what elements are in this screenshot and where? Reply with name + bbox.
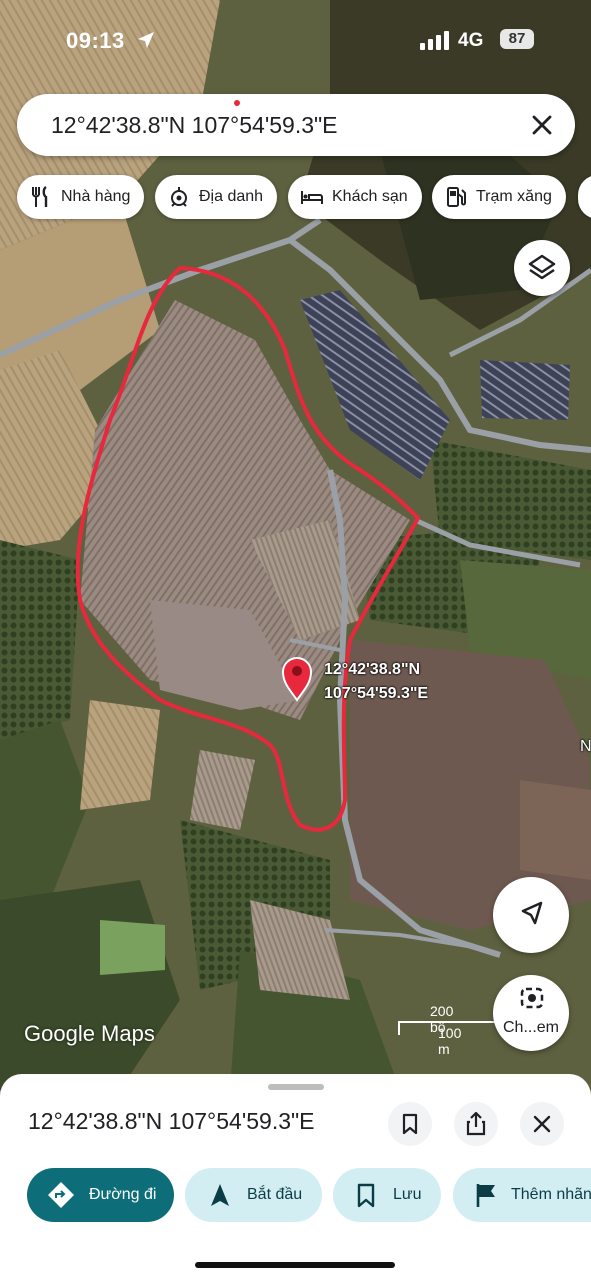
camera-icon [520,987,544,1009]
signal-icon [420,31,449,50]
save-label: Lưu [393,1186,422,1203]
status-time: 09:13 [66,28,125,53]
chip-hotels[interactable]: Khách sạn [288,175,422,219]
bookmark-icon [357,1183,375,1208]
close-icon [532,115,552,135]
navigation-arrow-icon [521,901,543,925]
start-label: Bắt đầu [247,1186,303,1203]
directions-label: Đường đi [89,1186,157,1203]
layers-icon [528,254,556,280]
chip-label: Địa danh [199,188,264,205]
satellite-map[interactable]: 12°42'38.8"N 107°54'59.3"E N Google Maps… [0,0,591,1090]
chip-label: Nhà hàng [61,188,131,205]
hotel-icon [301,191,323,204]
share-icon [466,1111,486,1136]
chip-landmarks[interactable]: Địa danh [155,175,278,219]
location-arrow-icon [138,32,154,48]
pin-label-longitude: 107°54'59.3"E [324,685,429,702]
chip-label: Trạm xăng [476,188,552,205]
landmark-icon [171,187,187,207]
battery-level: 87 [500,29,534,49]
search-bar[interactable]: 12°42'38.8"N 107°54'59.3"E [17,94,575,156]
search-indicator-dot [234,100,240,106]
search-input[interactable]: 12°42'38.8"N 107°54'59.3"E [51,112,338,139]
restaurant-icon [32,186,48,207]
close-sheet-button[interactable] [520,1102,564,1146]
my-location-button[interactable] [493,877,569,953]
add-label-button[interactable]: Thêm nhãn [453,1168,591,1222]
place-title: 12°42'38.8"N 107°54'59.3"E [28,1108,315,1134]
share-button[interactable] [454,1102,498,1146]
clear-search-button[interactable] [525,108,559,142]
chip-restaurants[interactable]: Nhà hàng [17,175,145,219]
pin-label-latitude: 12°42'38.8"N [324,661,421,678]
camera-button-label: Ch...em [502,1019,559,1036]
drag-handle[interactable] [268,1084,324,1090]
flag-icon [476,1184,495,1207]
add-label-label: Thêm nhãn [511,1186,591,1203]
chip-label: Khách sạn [332,188,408,205]
camera-search-button[interactable]: Ch...em [493,975,569,1051]
gas-station-icon [447,187,466,207]
google-maps-logo: Google Maps [24,1021,155,1046]
map-edge-label: N [580,738,591,755]
directions-icon [48,1182,74,1208]
home-indicator[interactable] [195,1262,395,1268]
scale-label-meters: 100 m [438,1025,462,1057]
save-button[interactable]: Lưu [333,1168,441,1222]
chip-gas-stations[interactable]: Trạm xăng [432,175,566,219]
directions-button[interactable]: Đường đi [27,1168,174,1222]
close-icon [533,1115,551,1133]
bottom-sheet: 12°42'38.8"N 107°54'59.3"E Đường đi Bắt … [0,1074,591,1280]
save-icon-button[interactable] [388,1102,432,1146]
network-type: 4G [458,30,484,51]
start-button[interactable]: Bắt đầu [185,1168,322,1222]
layers-button[interactable] [514,240,570,296]
bookmark-icon [402,1113,418,1135]
navigation-arrow-icon [211,1184,229,1206]
